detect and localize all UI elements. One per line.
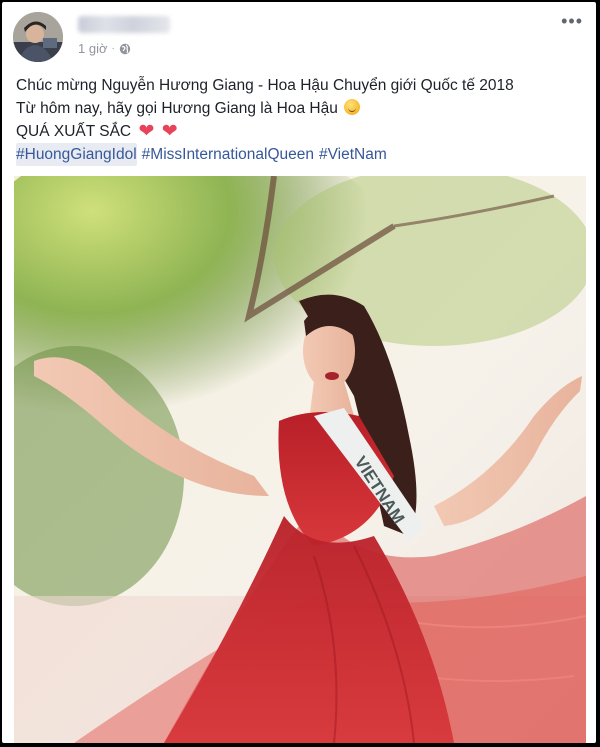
post-line-3: QUÁ XUẤT SẮC ❤ ❤ xyxy=(16,120,586,143)
post-text: Chúc mừng Nguyễn Hương Giang - Hoa Hậu C… xyxy=(16,74,586,166)
post-line-1-text: Chúc mừng Nguyễn Hương Giang - Hoa Hậu C… xyxy=(16,77,514,94)
more-options-icon[interactable]: ••• xyxy=(561,12,583,30)
post-line-1: Chúc mừng Nguyễn Hương Giang - Hoa Hậu C… xyxy=(16,74,586,97)
hashtag-row: #HuongGiangIdol #MissInternationalQueen … xyxy=(16,143,586,166)
post-line-2: Từ hôm nay, hãy gọi Hương Giang là Hoa H… xyxy=(16,97,586,120)
hashtag-missinternationalqueen[interactable]: #MissInternationalQueen xyxy=(142,143,314,166)
hashtag-vietnam[interactable]: #VietNam xyxy=(319,143,387,166)
post-line-3-text: QUÁ XUẤT SẮC xyxy=(16,123,132,140)
globe-icon[interactable] xyxy=(119,43,131,55)
meta-separator: · xyxy=(111,43,115,54)
avatar[interactable] xyxy=(13,12,63,62)
smile-emoji-icon xyxy=(344,99,361,115)
author-name-blurred[interactable] xyxy=(78,16,170,33)
heart-emoji-icon: ❤ xyxy=(138,121,155,142)
post-photo[interactable]: VIETNAM xyxy=(14,176,586,743)
post-line-2-text: Từ hôm nay, hãy gọi Hương Giang là Hoa H… xyxy=(16,100,338,117)
heart-emoji-icon: ❤ xyxy=(161,121,178,142)
facebook-post-card: 1 giờ · ••• Chúc mừng Nguyễn Hương Giang… xyxy=(2,2,596,743)
hashtag-huonggiangidol[interactable]: #HuongGiangIdol xyxy=(16,143,137,166)
post-meta: 1 giờ · xyxy=(78,41,131,56)
timestamp[interactable]: 1 giờ xyxy=(78,41,108,56)
